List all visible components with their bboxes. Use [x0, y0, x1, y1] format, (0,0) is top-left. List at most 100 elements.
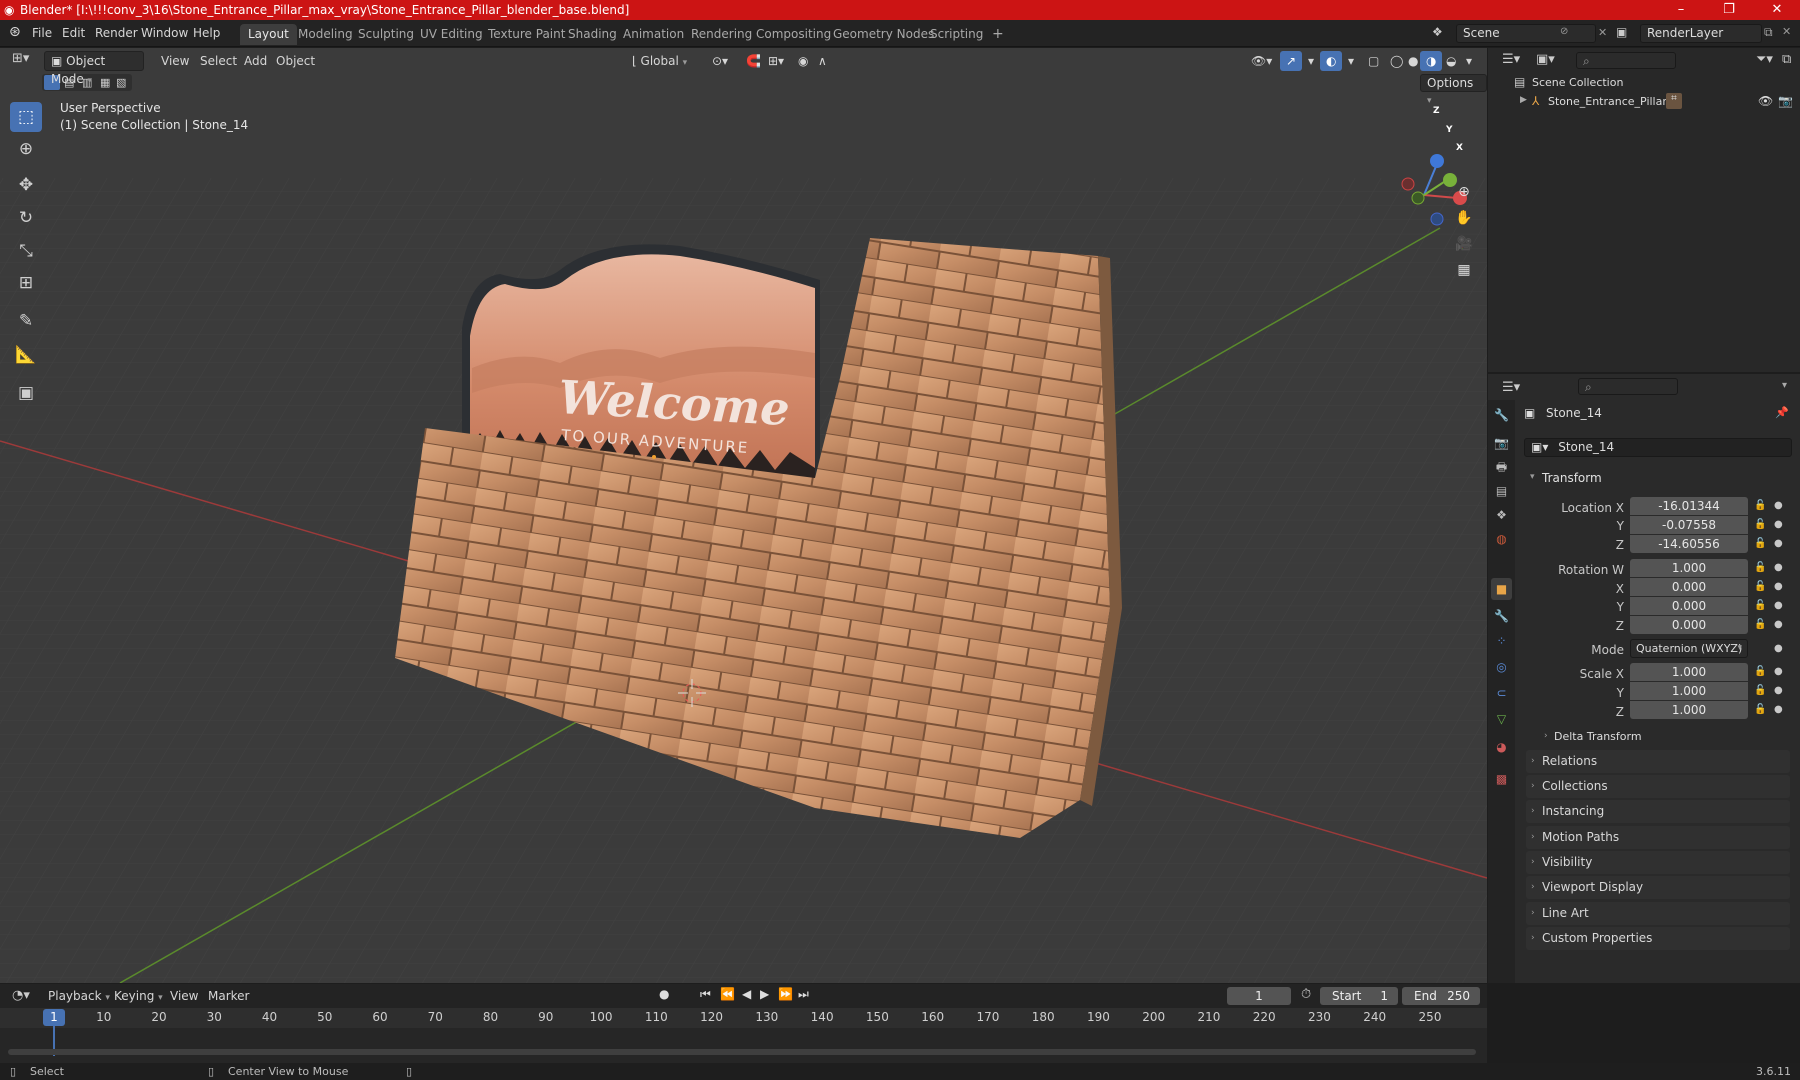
add-cube-tool[interactable]: ▣	[10, 378, 42, 408]
chevron-down-icon[interactable]: ▾	[1782, 380, 1787, 391]
panel-custom-properties[interactable]: › Custom Properties	[1526, 927, 1790, 950]
minimize-button[interactable]: –	[1658, 0, 1704, 20]
scene-collection-label[interactable]: Scene Collection	[1532, 76, 1623, 89]
lock-icon[interactable]: 🔓	[1754, 500, 1766, 511]
keyframe-dot-icon[interactable]: ●	[1774, 562, 1783, 573]
layer-delete-icon[interactable]: ✕	[1782, 25, 1791, 38]
lock-icon[interactable]: 🔓	[1754, 538, 1766, 549]
move-tool[interactable]: ✥	[10, 170, 42, 200]
particles-tab-icon[interactable]: ⁘	[1491, 630, 1512, 652]
properties-editor-icon[interactable]: ☰▾	[1502, 380, 1520, 395]
physics-tab-icon[interactable]: ◎	[1491, 656, 1512, 678]
3d-viewport[interactable]: Welcome TO OUR ADVENTURE Z X Y User Pers…	[0, 48, 1487, 983]
scene-delete-icon[interactable]: ✕	[1598, 26, 1607, 39]
constraints-tab-icon[interactable]: ⊂	[1491, 682, 1512, 704]
visibility-icon[interactable]: 👁▾	[1245, 51, 1278, 71]
menu-help[interactable]: Help	[187, 24, 226, 43]
timeline-editor-icon[interactable]: ◔▾	[12, 988, 30, 1003]
pivot-icon[interactable]: ⊙▾	[706, 51, 734, 71]
mode-dropdown[interactable]: ▣ Object Mode ▾	[44, 51, 144, 86]
lock-icon[interactable]: 🔓	[1754, 619, 1766, 630]
world-tab-icon[interactable]: ◍	[1491, 528, 1512, 550]
stopwatch-icon[interactable]: ⏱	[1301, 987, 1311, 1002]
timeline-ruler[interactable]: 1 10 20 30 40 50 60 70 80 90 100 110 120 130 140 150 160…	[0, 1008, 1487, 1028]
eye-icon[interactable]: 👁	[1758, 94, 1773, 108]
scale-x-field[interactable]: 1.000	[1630, 663, 1748, 681]
material-tab-icon[interactable]: ◕	[1491, 736, 1512, 758]
panel-collections[interactable]: › Collections	[1526, 775, 1790, 798]
modifier-tab-icon[interactable]: 🔧	[1491, 605, 1512, 627]
jump-end-icon[interactable]: ⏭	[798, 987, 809, 1002]
editor-type-icon[interactable]: ⊞▾	[12, 51, 29, 66]
overlay-toggle-icon[interactable]: ◐	[1320, 51, 1343, 71]
select-mode-invert-icon[interactable]: ▦	[100, 76, 110, 89]
expand-arrow-icon[interactable]: ▶	[1520, 95, 1527, 105]
gizmo-dropdown-icon[interactable]: ▾	[1302, 51, 1320, 71]
annotate-tool[interactable]: ✎	[10, 306, 42, 336]
location-z-field[interactable]: -14.60556	[1630, 535, 1748, 553]
cursor-tool[interactable]: ⊕	[10, 134, 42, 164]
object-name-field[interactable]: ▣▾ Stone_14	[1524, 438, 1792, 457]
ortho-grid-icon[interactable]: ▦	[1451, 257, 1477, 283]
object-data-icon[interactable]: ⌗	[1666, 93, 1682, 109]
gizmo-toggle-icon[interactable]: ↗	[1280, 51, 1303, 71]
location-x-field[interactable]: -16.01344	[1630, 497, 1748, 515]
keyframe-dot-icon[interactable]: ●	[1774, 704, 1783, 715]
overlay-dropdown-icon[interactable]: ▾	[1342, 51, 1360, 71]
pin-icon[interactable]: ⊘	[1560, 26, 1568, 37]
panel-relations[interactable]: › Relations	[1526, 750, 1790, 773]
timeline-scrollbar[interactable]	[8, 1049, 1476, 1055]
panel-line-art[interactable]: › Line Art	[1526, 902, 1790, 925]
select-box-tool[interactable]: ⬚	[10, 102, 42, 132]
keyframe-dot-icon[interactable]: ●	[1774, 643, 1783, 654]
shading-dropdown-icon[interactable]: ▾	[1460, 51, 1478, 71]
menu-window[interactable]: Window	[135, 24, 194, 43]
lock-icon[interactable]: 🔓	[1754, 562, 1766, 573]
panel-motion-paths[interactable]: › Motion Paths	[1526, 826, 1790, 849]
jump-start-icon[interactable]: ⏮	[700, 987, 711, 1002]
delta-transform-subpanel[interactable]: › Delta Transform	[1540, 727, 1790, 747]
layer-copy-icon[interactable]: ⧉	[1764, 25, 1773, 40]
menu-select[interactable]: Select	[194, 51, 243, 71]
filter-icon[interactable]: ⏷▾	[1756, 52, 1773, 67]
jump-keyframe-back-icon[interactable]: ⏪	[720, 987, 735, 1001]
keyframe-dot-icon[interactable]: ●	[1774, 519, 1783, 530]
panel-visibility[interactable]: › Visibility	[1526, 851, 1790, 874]
lock-icon[interactable]: 🔓	[1754, 600, 1766, 611]
rotation-mode-dropdown[interactable]: Quaternion (WXYZ) ▾	[1630, 639, 1748, 658]
lock-icon[interactable]: 🔓	[1754, 685, 1766, 696]
rotation-x-field[interactable]: 0.000	[1630, 578, 1748, 596]
current-frame-field[interactable]: 1	[1227, 987, 1291, 1005]
render-tab-icon[interactable]: 📷	[1491, 432, 1512, 454]
transform-panel-header[interactable]: ▾ Transform	[1526, 468, 1790, 488]
tab-animation[interactable]: Animation	[615, 24, 692, 45]
menu-view[interactable]: View	[155, 51, 195, 71]
view-layer-tab-icon[interactable]: ▤	[1491, 480, 1512, 502]
orientation-dropdown[interactable]: ⌊ Global ▾	[626, 51, 693, 71]
add-workspace-button[interactable]: +	[984, 24, 1012, 45]
lock-icon[interactable]: 🔓	[1754, 581, 1766, 592]
menu-marker[interactable]: Marker	[202, 986, 255, 1006]
outliner-row[interactable]: ▶ ⅄ Stone_Entrance_Pillar ⌗ 👁 📷	[1488, 92, 1800, 112]
tab-scripting[interactable]: Scripting	[922, 24, 991, 45]
menu-keying[interactable]: Keying ▾	[108, 986, 169, 1006]
menu-timeline-view[interactable]: View	[164, 986, 204, 1006]
panel-instancing[interactable]: › Instancing	[1526, 800, 1790, 823]
maximize-button[interactable]: ❐	[1706, 0, 1752, 20]
keyframe-dot-icon[interactable]: ●	[1774, 500, 1783, 511]
keyframe-dot-icon[interactable]: ●	[1774, 685, 1783, 696]
location-y-field[interactable]: -0.07558	[1630, 516, 1748, 534]
zoom-icon[interactable]: ⊕	[1451, 179, 1477, 205]
xray-icon[interactable]: ▢	[1362, 51, 1385, 71]
jump-keyframe-forward-icon[interactable]: ⏩	[778, 987, 793, 1001]
play-reverse-icon[interactable]: ◀	[742, 987, 751, 1001]
panel-viewport-display[interactable]: › Viewport Display	[1526, 876, 1790, 899]
data-tab-icon[interactable]: ▽	[1491, 708, 1512, 730]
camera-view-icon[interactable]: 🎥	[1451, 231, 1477, 257]
outliner-editor-icon[interactable]: ☰▾	[1502, 52, 1520, 67]
blender-menu-icon[interactable]: ⊛	[9, 24, 21, 40]
menu-edit[interactable]: Edit	[56, 24, 91, 43]
keyframe-dot-icon[interactable]: ●	[1774, 666, 1783, 677]
tool-tab-icon[interactable]: 🔧	[1491, 404, 1512, 426]
keyframe-dot-icon[interactable]: ●	[1774, 538, 1783, 549]
